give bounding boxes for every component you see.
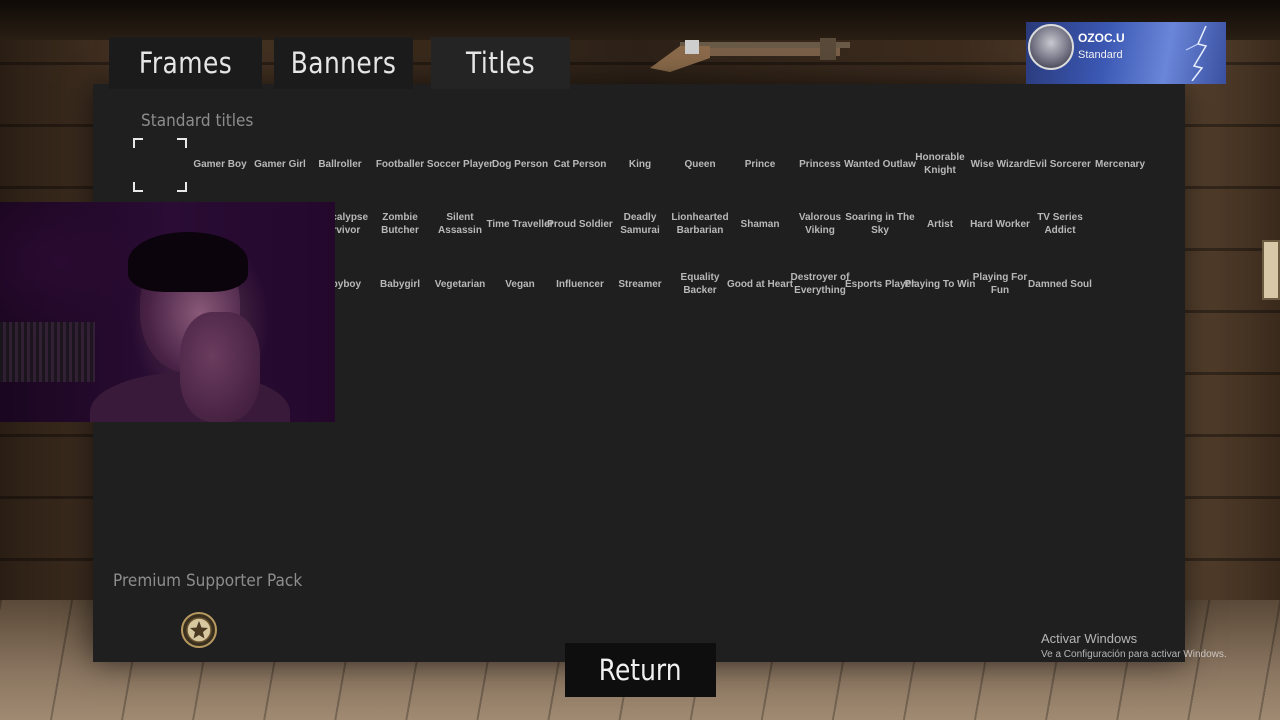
tab-banners[interactable]: Banners xyxy=(284,37,404,89)
wall-picture-frame xyxy=(1262,240,1280,300)
tab-frames[interactable]: Frames xyxy=(120,37,252,89)
rifle-decoration xyxy=(650,38,850,72)
return-button-label: Return xyxy=(599,653,682,687)
player-profile-banner[interactable]: OZOC.U Standard xyxy=(1026,22,1226,84)
tab-titles[interactable]: Titles xyxy=(441,37,561,89)
activation-subtext: Ve a Configuración para activar Windows. xyxy=(1041,649,1227,660)
premium-pack-label: Premium Supporter Pack xyxy=(113,571,303,591)
return-button[interactable]: Return xyxy=(565,643,716,697)
player-rank: Standard xyxy=(1078,49,1123,61)
lightning-icon xyxy=(1185,26,1208,81)
activation-heading: Activar Windows xyxy=(1041,631,1138,646)
title-option[interactable]: TV Series Addict xyxy=(1024,206,1096,242)
avatar xyxy=(1028,24,1074,70)
sheriff-badge-icon[interactable] xyxy=(181,612,217,648)
title-option[interactable]: Mercenary xyxy=(1084,146,1156,182)
player-name: OZOC.U xyxy=(1078,31,1125,45)
windows-activation-watermark: Activar Windows Ve a Configuración para … xyxy=(1041,631,1227,660)
selection-brackets-icon[interactable] xyxy=(133,138,187,192)
title-option[interactable]: Damned Soul xyxy=(1024,266,1096,302)
webcam-overlay xyxy=(0,202,335,422)
standard-titles-label: Standard titles xyxy=(141,111,254,131)
